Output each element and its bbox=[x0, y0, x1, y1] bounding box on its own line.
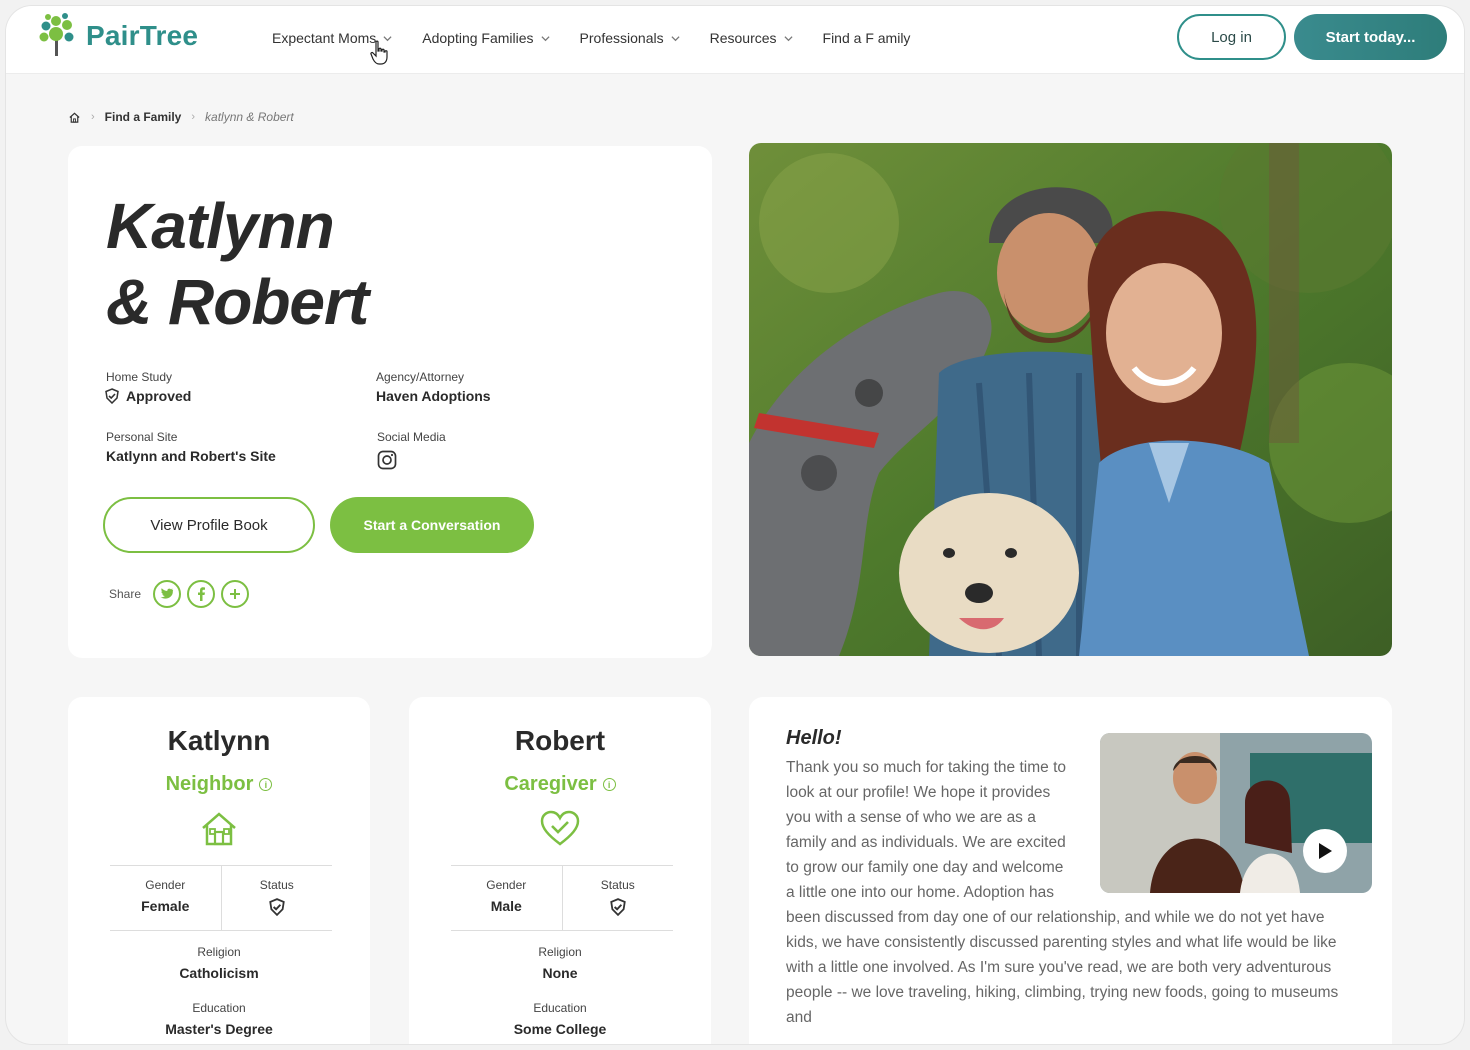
status-label: Status bbox=[259, 878, 294, 892]
breadcrumb-separator: › bbox=[191, 111, 196, 123]
social-media-label: Social Media bbox=[377, 430, 446, 444]
religion-value: Catholicism bbox=[179, 965, 259, 981]
agency-label: Agency/Attorney bbox=[376, 370, 465, 384]
nav-label: Professionals bbox=[579, 30, 664, 46]
nav-find-a-family[interactable]: Find a F amily bbox=[823, 28, 911, 48]
facebook-share-icon[interactable] bbox=[187, 580, 216, 608]
breadcrumb: › Find a Family › katlynn & Robert bbox=[68, 110, 294, 124]
info-icon[interactable]: i bbox=[259, 778, 273, 791]
religion-value: None bbox=[542, 965, 578, 981]
start-conversation-button[interactable]: Start a Conversation bbox=[330, 497, 534, 553]
gender-value: Male bbox=[490, 898, 522, 914]
twitter-share-icon[interactable] bbox=[153, 580, 182, 608]
person-role: Neighbor i bbox=[68, 773, 370, 796]
education-value: Some College bbox=[513, 1021, 607, 1037]
share-label: Share bbox=[109, 587, 142, 601]
religion-block: Religion None bbox=[409, 945, 711, 981]
status-value bbox=[563, 898, 674, 916]
share-row: Share bbox=[109, 580, 250, 608]
education-block: Education Master's Degree bbox=[68, 1001, 370, 1037]
logo[interactable]: PairTree bbox=[36, 12, 198, 60]
home-study-label: Home Study bbox=[106, 370, 173, 384]
hello-body: Thank you so much for taking the time to… bbox=[786, 733, 1372, 1030]
site-header: PairTree Expectant Moms Adopting Familie… bbox=[6, 6, 1464, 74]
nav-label: Find a F amily bbox=[822, 30, 911, 46]
nav-label: Expectant Moms bbox=[272, 30, 377, 46]
religion-label: Religion bbox=[197, 945, 241, 959]
video-thumbnail[interactable] bbox=[1100, 733, 1372, 893]
family-name-line1: Katlynn bbox=[106, 190, 335, 262]
breadcrumb-separator: › bbox=[91, 111, 95, 123]
info-icon[interactable]: i bbox=[602, 778, 616, 791]
person-details-grid: Gender Male Status bbox=[451, 865, 673, 931]
gender-label: Gender bbox=[486, 878, 527, 892]
chevron-down-icon bbox=[671, 35, 680, 41]
hello-title: Hello! bbox=[786, 727, 842, 749]
education-label: Education bbox=[533, 1001, 587, 1015]
family-name-title: Katlynn & Robert bbox=[106, 188, 369, 340]
religion-label: Religion bbox=[538, 945, 582, 959]
personal-site-label: Personal Site bbox=[106, 430, 178, 444]
home-icon[interactable] bbox=[68, 111, 81, 124]
chevron-down-icon bbox=[541, 35, 550, 41]
education-value: Master's Degree bbox=[165, 1021, 273, 1037]
hand-cursor-icon bbox=[370, 40, 388, 65]
education-label: Education bbox=[192, 1001, 246, 1015]
status-value bbox=[222, 898, 333, 916]
shield-check-icon bbox=[105, 388, 119, 404]
browser-frame: PairTree Expectant Moms Adopting Familie… bbox=[6, 6, 1464, 1044]
gender-value: Female bbox=[141, 898, 190, 914]
home-study-value: Approved bbox=[104, 388, 191, 404]
nav-adopting-families[interactable]: Adopting Families bbox=[422, 28, 550, 48]
instagram-icon[interactable] bbox=[377, 450, 397, 470]
chevron-down-icon bbox=[783, 35, 793, 41]
breadcrumb-current: katlynn & Robert bbox=[205, 110, 294, 124]
house-icon bbox=[202, 812, 236, 846]
person-name: Robert bbox=[514, 725, 606, 756]
person-card-katlynn: Katlynn Neighbor i Gender Female Status bbox=[68, 697, 370, 1044]
personal-site-link[interactable]: Katlynn and Robert's Site bbox=[106, 448, 276, 464]
logo-text: PairTree bbox=[86, 20, 199, 51]
status-label: Status bbox=[600, 878, 635, 892]
login-button[interactable]: Log in bbox=[1177, 14, 1286, 60]
nav-label: Resources bbox=[709, 30, 777, 46]
person-name: Katlynn bbox=[167, 725, 271, 756]
shield-check-icon bbox=[610, 898, 626, 916]
hello-card: Hello! Thank you so much for taking the … bbox=[749, 697, 1392, 1044]
education-block: Education Some College bbox=[409, 1001, 711, 1037]
play-icon[interactable] bbox=[1303, 829, 1347, 873]
nav-label: Adopting Families bbox=[422, 30, 534, 46]
start-today-button[interactable]: Start today... bbox=[1294, 14, 1447, 60]
gender-label: Gender bbox=[145, 878, 186, 892]
person-card-robert: Robert Caregiver i Gender Male Status Re… bbox=[409, 697, 711, 1044]
plus-share-icon[interactable] bbox=[221, 580, 250, 608]
tree-logo-icon bbox=[39, 13, 74, 56]
person-role: Caregiver i bbox=[409, 773, 711, 796]
religion-block: Religion Catholicism bbox=[68, 945, 370, 981]
person-role-label: Neighbor bbox=[165, 773, 254, 795]
nav-professionals[interactable]: Professionals bbox=[580, 28, 680, 48]
home-study-text: Approved bbox=[126, 388, 192, 404]
shield-check-icon bbox=[269, 898, 285, 916]
family-name-line2: & Robert bbox=[106, 266, 369, 338]
agency-value: Haven Adoptions bbox=[376, 388, 491, 404]
person-details-grid: Gender Female Status bbox=[110, 865, 332, 931]
person-role-label: Caregiver bbox=[504, 773, 597, 795]
profile-card: Katlynn & Robert Home Study Approved Age… bbox=[68, 146, 712, 658]
nav-resources[interactable]: Resources bbox=[710, 28, 793, 48]
breadcrumb-find-family[interactable]: Find a Family bbox=[105, 110, 182, 124]
family-photo bbox=[749, 143, 1392, 656]
view-profile-book-button[interactable]: View Profile Book bbox=[103, 497, 315, 553]
heart-check-icon bbox=[540, 810, 580, 846]
